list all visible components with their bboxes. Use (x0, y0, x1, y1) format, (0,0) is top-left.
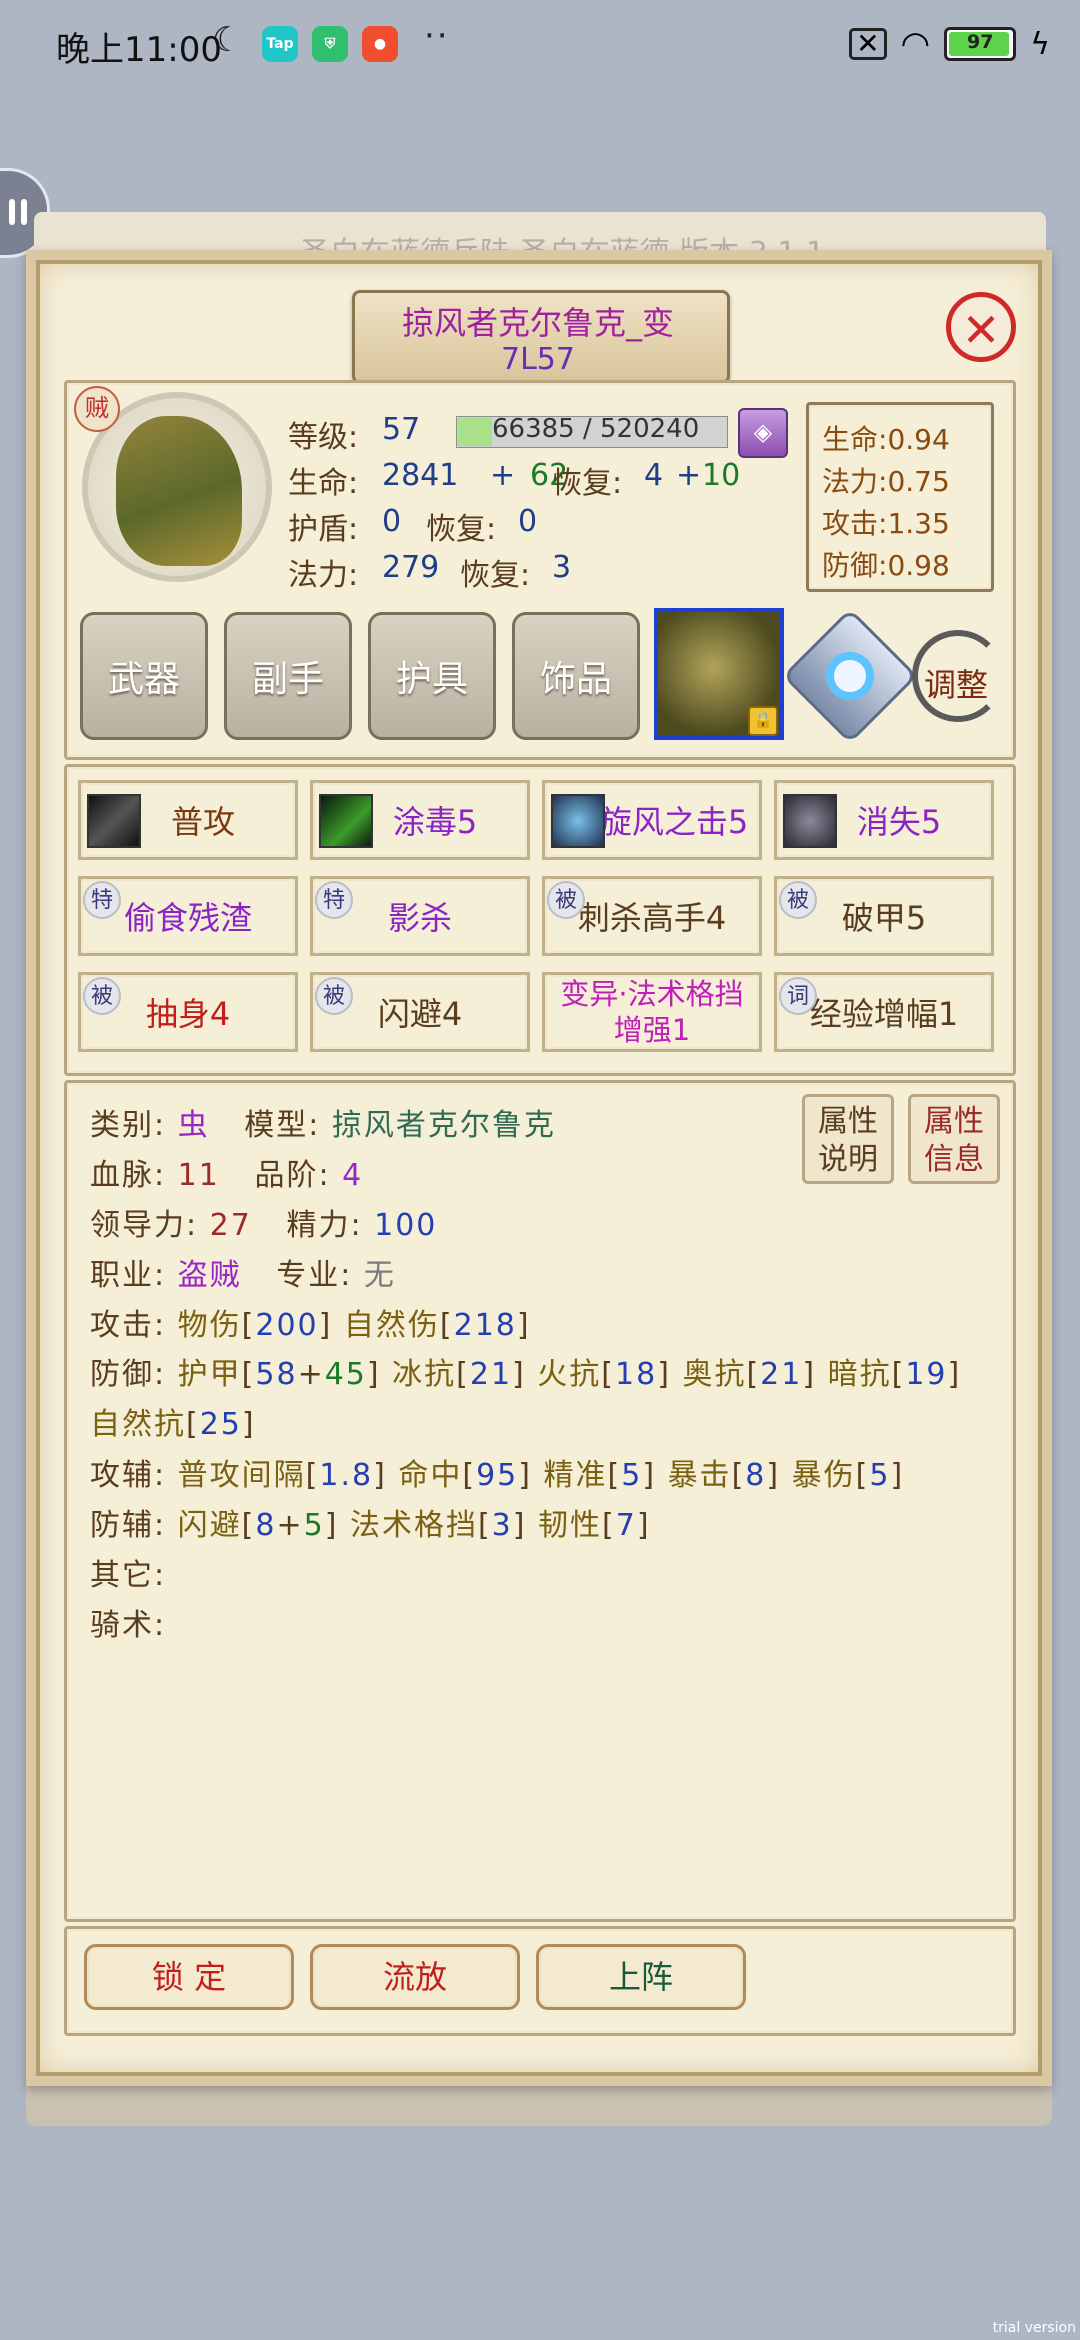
class-badge: 贼 (74, 386, 120, 432)
attr-info-button[interactable]: 属性 信息 (908, 1094, 1000, 1184)
charging-icon: ϟ (1030, 26, 1050, 62)
mana-label: 法力: (288, 558, 359, 593)
skill-name: 普攻 (170, 803, 235, 841)
skill-name: 经验增幅1 (809, 995, 959, 1033)
growth-stat: 攻击:1.35 (822, 507, 950, 540)
skill-type-badge: 被 (315, 977, 353, 1015)
equip-slot-accessory[interactable]: 饰品 (512, 612, 640, 740)
game-app-icon: ● (362, 26, 398, 62)
status-time: 晚上11:00 (56, 30, 222, 70)
skill-name: 消失5 (856, 803, 942, 841)
skill-name: 破甲5 (841, 899, 927, 937)
skill-name: 影杀 (387, 899, 452, 937)
gem-icon[interactable]: ◈ (738, 408, 788, 458)
shield-regen-label: 恢复: (426, 512, 497, 547)
growth-stat: 生命:0.94 (822, 423, 950, 456)
skill-name: 旋风之击5 (599, 803, 749, 841)
skill-name: 抽身4 (145, 995, 231, 1033)
deploy-button[interactable]: 上阵 (536, 1944, 746, 2010)
shield-label: 护盾: (288, 512, 359, 547)
skill-name: 偷食残渣 (123, 899, 252, 937)
skill-slot[interactable]: 被 闪避4 (310, 972, 530, 1052)
unit-name: 掠风者克尔鲁克_变 (401, 304, 674, 342)
whirlwind-icon (551, 794, 605, 848)
attr-explain-button[interactable]: 属性 说明 (802, 1094, 894, 1184)
attr-row-type: 类别: 虫 模型: 掠风者克尔鲁克 (90, 1108, 556, 1143)
lock-icon: 🔒 (748, 706, 778, 736)
attr-row-attack-aux: 攻辅: 普攻间隔[1.8] 命中[95] 精准[5] 暴击[8] 暴伤[5] (90, 1458, 905, 1493)
hp-base: 2841 (382, 458, 459, 493)
adjust-button[interactable]: 调整 (924, 660, 988, 706)
sim-off-icon: ✕ (849, 28, 887, 60)
vanish-icon (783, 794, 837, 848)
skill-slot[interactable]: 旋风之击5 (542, 780, 762, 860)
shield-value: 0 (382, 504, 402, 539)
unit-portrait-image (116, 416, 242, 566)
level-value: 57 (382, 412, 421, 447)
exp-bar-fill (458, 418, 492, 446)
more-dots-icon: ·· (424, 16, 450, 56)
attr-row-riding: 骑术: (90, 1608, 167, 1643)
shield-regen-value: 0 (518, 504, 538, 539)
skill-slot[interactable]: 被 抽身4 (78, 972, 298, 1052)
unit-code: 7L57 (501, 342, 575, 377)
moon-icon: ☾ (212, 20, 243, 60)
status-indicators: ✕ ◠ 97 ϟ (849, 24, 1050, 64)
panel-shadow (26, 2080, 1052, 2126)
hp-regen-plus: + (676, 458, 702, 493)
exile-button[interactable]: 流放 (310, 1944, 520, 2010)
attr-row-leadership: 领导力: 27 精力: 100 (90, 1208, 438, 1243)
skill-name: 闪避4 (377, 995, 463, 1033)
skill-slot[interactable]: 涂毒5 (310, 780, 530, 860)
taptap-app-icon: Tap (262, 26, 298, 62)
attr-row-defense-aux: 防辅: 闪避[8+5] 法术格挡[3] 韧性[7] (90, 1508, 651, 1543)
skill-type-badge: 被 (83, 977, 121, 1015)
skill-name: 涂毒5 (392, 803, 478, 841)
skill-slot[interactable]: 普攻 (78, 780, 298, 860)
skill-type-badge: 词 (779, 977, 817, 1015)
skill-slot[interactable]: 特 偷食残渣 (78, 876, 298, 956)
hp-label: 生命: (288, 466, 359, 501)
skill-slot[interactable]: 特 影杀 (310, 876, 530, 956)
hp-regen-base: 4 (644, 458, 664, 493)
mana-value: 279 (382, 550, 440, 585)
attr-row-blood: 血脉: 11 品阶: 4 (90, 1158, 364, 1193)
lock-button[interactable]: 锁 定 (84, 1944, 294, 2010)
skill-slot[interactable]: 词 经验增幅1 (774, 972, 994, 1052)
level-label: 等级: (288, 420, 359, 455)
shield-app-icon: ⛨ (312, 26, 348, 62)
equip-slot-weapon[interactable]: 武器 (80, 612, 208, 740)
sword-icon (87, 794, 141, 848)
attr-row-job: 职业: 盗贼 专业: 无 (90, 1258, 396, 1293)
attr-row-other: 其它: (90, 1558, 167, 1593)
skill-name: 变异·法术格挡 增强1 (560, 977, 744, 1047)
exp-text: 66385 / 520240 (492, 414, 700, 444)
hp-plus: + (490, 458, 516, 493)
attr-row-defense: 防御: 护甲[58+45] 冰抗[21] 火抗[18] 奥抗[21] 暗抗[19… (90, 1357, 962, 1442)
skill-type-badge: 被 (779, 881, 817, 919)
poison-blade-icon (319, 794, 373, 848)
skill-slot[interactable]: 变异·法术格挡 增强1 (542, 972, 762, 1052)
battery-icon: 97 (944, 27, 1017, 61)
growth-stat: 法力:0.75 (822, 465, 950, 498)
skill-type-badge: 特 (315, 881, 353, 919)
skill-type-badge: 被 (547, 881, 585, 919)
hp-regen-bonus: 10 (702, 458, 741, 493)
skill-type-badge: 特 (83, 881, 121, 919)
growth-stat: 防御:0.98 (822, 549, 950, 582)
ring-core-icon (826, 652, 874, 700)
mana-regen-value: 3 (552, 550, 572, 585)
skill-slot[interactable]: 消失5 (774, 780, 994, 860)
skill-slot[interactable]: 被 刺杀高手4 (542, 876, 762, 956)
equip-slot-armor[interactable]: 护具 (368, 612, 496, 740)
attr-row-attack: 攻击: 物伤[200] 自然伤[218] (90, 1308, 531, 1343)
equip-slot-offhand[interactable]: 副手 (224, 612, 352, 740)
skill-name: 刺杀高手4 (577, 899, 727, 937)
hp-regen-label: 恢复: (552, 466, 623, 501)
mana-regen-label: 恢复: (460, 558, 531, 593)
close-button[interactable]: ✕ (946, 292, 1016, 362)
skill-slot[interactable]: 被 破甲5 (774, 876, 994, 956)
wifi-icon: ◠ (900, 24, 931, 64)
trial-watermark: trial version (992, 2320, 1076, 2336)
